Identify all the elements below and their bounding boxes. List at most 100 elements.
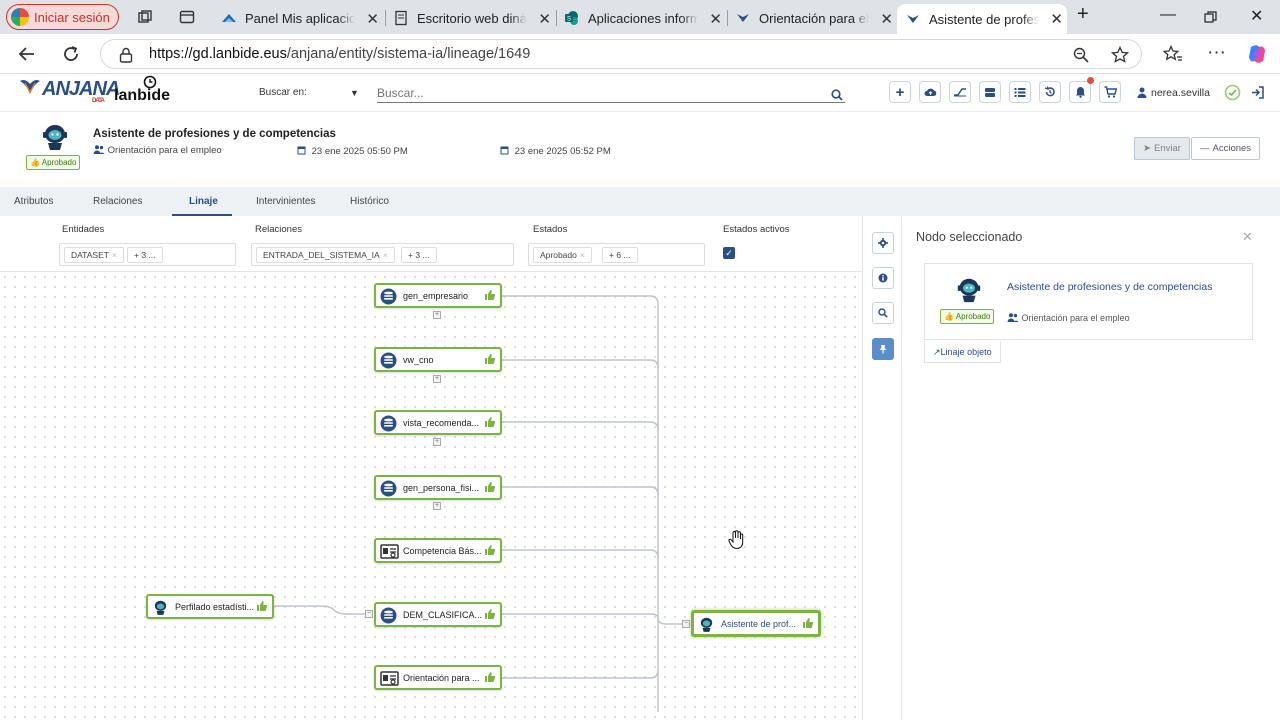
- more-options-icon[interactable]: ···: [1207, 42, 1226, 64]
- remove-chip-icon[interactable]: ×: [383, 250, 388, 260]
- entity-domain: Orientación para el empleo: [93, 145, 222, 156]
- logout-icon[interactable]: [1251, 86, 1264, 99]
- info-button[interactable]: [872, 267, 894, 289]
- restore-icon[interactable]: [1204, 11, 1217, 24]
- back-icon[interactable]: [18, 45, 36, 63]
- filter-more-chip[interactable]: + 3 ...: [401, 247, 437, 263]
- filter-more-chip[interactable]: + 3 ...: [127, 247, 163, 263]
- workspaces-icon[interactable]: [137, 9, 153, 25]
- node-label: gen_persona_fisi...: [403, 483, 480, 493]
- lineage-node[interactable]: gen_persona_fisi...: [374, 475, 502, 500]
- lineage-node[interactable]: DEM_CLASIFICA...: [374, 602, 502, 627]
- lineage-object-link[interactable]: ↗Linaje objeto: [924, 341, 1001, 363]
- close-tab-icon[interactable]: ✕: [538, 10, 551, 28]
- entity-header: 👍 Aprobado Asistente de profesiones y de…: [0, 112, 1280, 187]
- storage-button[interactable]: [979, 81, 1001, 103]
- close-tab-icon[interactable]: ✕: [366, 10, 379, 28]
- tab-escritorio-web[interactable]: Escritorio web dinámico ✕: [385, 4, 555, 32]
- close-tab-icon[interactable]: ✕: [709, 10, 722, 28]
- user-name[interactable]: nerea.sevilla: [1151, 87, 1210, 99]
- remove-chip-icon[interactable]: ×: [112, 250, 117, 260]
- close-window-icon[interactable]: ✕: [1250, 6, 1263, 26]
- lineage-node[interactable]: Orientación para ...: [374, 665, 502, 690]
- thumbs-up-icon: [485, 545, 496, 555]
- chevron-down-icon[interactable]: ▼: [350, 88, 359, 98]
- relaciones-select[interactable]: ENTRADA_DEL_SISTEMA_IA × + 3 ...: [251, 243, 514, 266]
- pin-button[interactable]: [872, 338, 894, 360]
- lanbide-logo[interactable]: lanbide: [114, 87, 170, 105]
- app-header: ANJANADATA lanbide Buscar en: ▼ + nerea.…: [0, 74, 1280, 112]
- close-icon[interactable]: ✕: [1242, 229, 1253, 245]
- lineage-node-selected[interactable]: Asistente de prof...: [691, 610, 821, 637]
- tab-atributos[interactable]: Atributos: [14, 196, 53, 207]
- collapse-node-icon[interactable]: −: [682, 620, 690, 628]
- panel-favicon-icon: [222, 14, 236, 22]
- history-button[interactable]: [1039, 81, 1061, 103]
- node-title-link[interactable]: Asistente de profesiones y de competenci…: [1007, 279, 1247, 295]
- collapse-node-icon[interactable]: −: [365, 610, 373, 618]
- thumbs-up-icon: [257, 601, 268, 611]
- profile-button[interactable]: Iniciar sesión: [6, 4, 119, 30]
- lock-icon[interactable]: [119, 47, 133, 63]
- thumbs-up-icon: [485, 672, 496, 682]
- entidades-select[interactable]: DATASET × + 3 ...: [59, 243, 236, 266]
- document-icon: [380, 544, 399, 559]
- actions-button[interactable]: — Acciones: [1191, 137, 1261, 160]
- expand-node-icon[interactable]: +: [433, 438, 441, 446]
- favorite-star-icon[interactable]: [1111, 46, 1129, 64]
- tab-actions-icon[interactable]: [179, 9, 195, 25]
- tab-intervinientes[interactable]: Intervinientes: [256, 196, 315, 207]
- copilot-icon[interactable]: [1246, 43, 1268, 65]
- tab-aplicaciones-informaticas[interactable]: S Aplicaciones informáticas ✕: [556, 4, 726, 32]
- lineage-node[interactable]: vw_cno: [374, 347, 502, 372]
- node-label: Perfilado estadísti...: [175, 602, 255, 612]
- filter-chip[interactable]: ENTRADA_DEL_SISTEMA_IA ×: [256, 247, 395, 263]
- notifications-button[interactable]: [1069, 81, 1091, 103]
- tab-panel-aplicaciones[interactable]: Panel Mis aplicaciones ✕: [213, 4, 383, 32]
- filter-chip[interactable]: DATASET ×: [64, 247, 124, 263]
- anjana-logo[interactable]: ANJANA DATA: [42, 78, 120, 104]
- new-tab-icon[interactable]: +: [1077, 3, 1089, 26]
- lineage-node[interactable]: Perfilado estadísti...: [146, 594, 274, 619]
- favorites-icon[interactable]: [1163, 45, 1183, 63]
- search-icon[interactable]: [831, 89, 843, 101]
- tab-historico[interactable]: Histórico: [350, 196, 389, 207]
- estados-activos-checkbox[interactable]: ✓: [723, 247, 735, 259]
- close-tab-icon[interactable]: ✕: [1050, 10, 1063, 28]
- tab-orientacion-empleo[interactable]: Orientación para el empleo ✕: [727, 4, 897, 32]
- status-check-icon[interactable]: [1224, 84, 1241, 101]
- robot-icon: [43, 125, 67, 150]
- expand-node-icon[interactable]: +: [433, 311, 441, 319]
- thumbs-up-icon: 👍: [944, 312, 954, 321]
- flow-button[interactable]: [949, 81, 971, 103]
- cart-button[interactable]: [1099, 81, 1121, 103]
- lineage-node[interactable]: gen_empresario: [374, 283, 502, 308]
- tab-linaje[interactable]: Linaje: [189, 196, 218, 207]
- tab-relaciones[interactable]: Relaciones: [93, 196, 142, 207]
- search-node-button[interactable]: [872, 302, 894, 324]
- expand-node-icon[interactable]: +: [433, 375, 441, 383]
- lineage-node[interactable]: Competencia Bás...: [374, 538, 502, 563]
- minimize-icon[interactable]: —: [1160, 6, 1176, 24]
- settings-button[interactable]: [872, 232, 894, 254]
- calendar-icon: [500, 146, 509, 155]
- filter-more-chip[interactable]: + 6 ...: [602, 247, 638, 263]
- tab-asistente-profesiones[interactable]: Asistente de profesiones ✕: [897, 4, 1067, 34]
- svg-text:S: S: [567, 17, 571, 23]
- search-scope-label: Buscar en:: [259, 87, 307, 98]
- filter-chip[interactable]: Aprobado ×: [533, 247, 592, 263]
- lineage-node[interactable]: vista_recomenda...: [374, 410, 502, 435]
- zoom-icon[interactable]: [1073, 47, 1089, 63]
- reload-icon[interactable]: [62, 45, 80, 63]
- close-tab-icon[interactable]: ✕: [880, 10, 893, 28]
- list-button[interactable]: [1009, 81, 1031, 103]
- upload-cloud-button[interactable]: [919, 81, 941, 103]
- url-field[interactable]: https://gd.lanbide.eus/anjana/entity/sis…: [100, 39, 1142, 69]
- estados-select[interactable]: Aprobado × + 6 ...: [528, 243, 705, 266]
- remove-chip-icon[interactable]: ×: [580, 250, 585, 260]
- search-input[interactable]: [377, 83, 845, 103]
- add-button[interactable]: +: [889, 81, 911, 103]
- expand-node-icon[interactable]: +: [433, 502, 441, 510]
- send-button[interactable]: ➤ Enviar: [1134, 137, 1190, 160]
- external-link-icon: ↗: [933, 347, 941, 357]
